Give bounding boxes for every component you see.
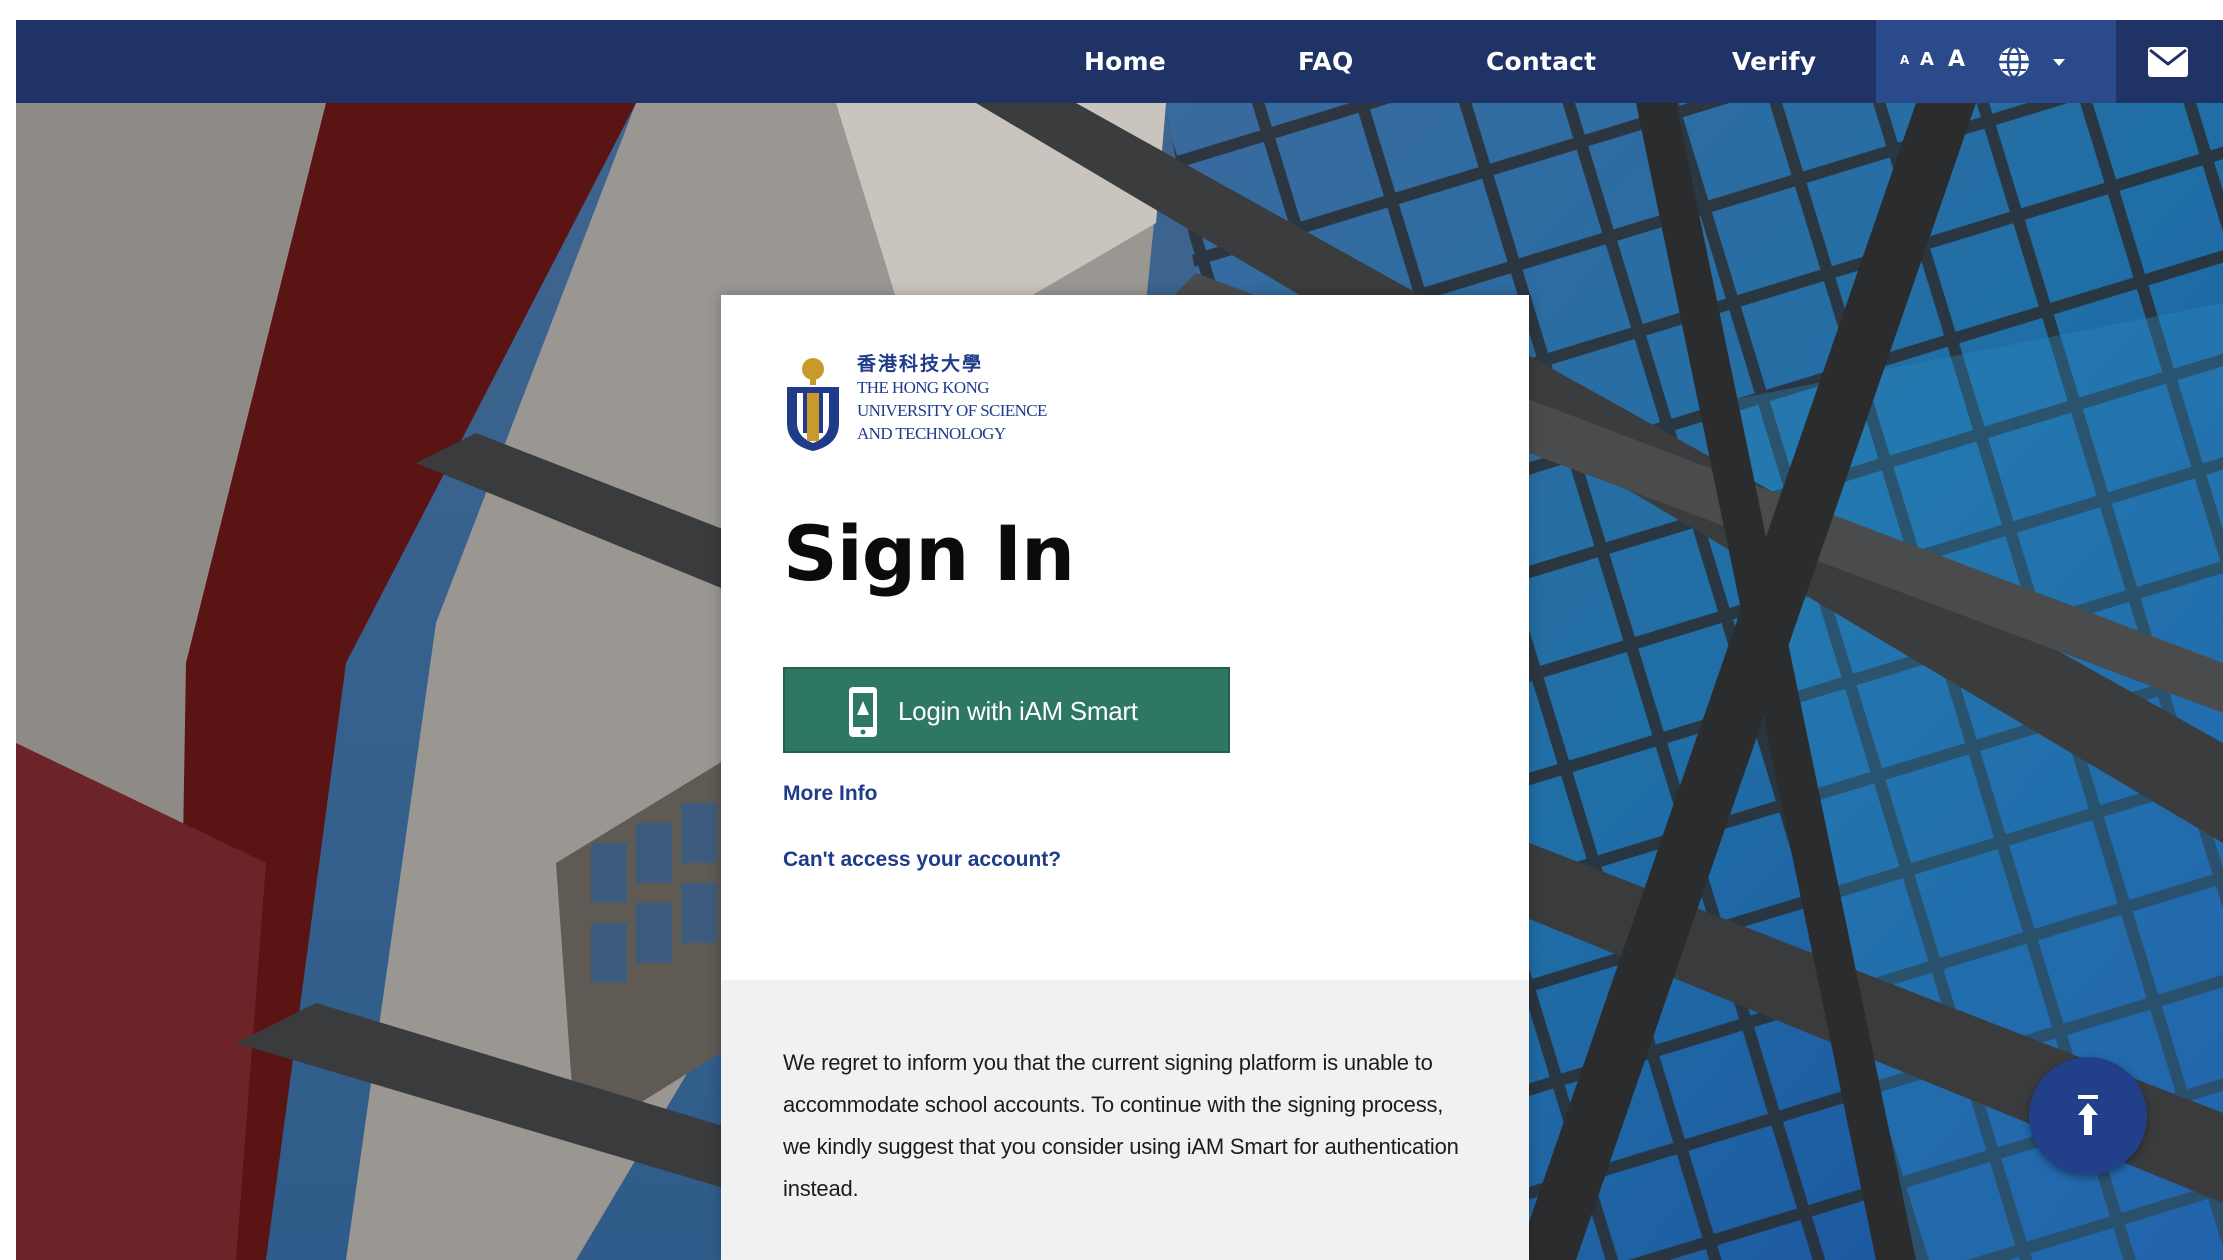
mail-button[interactable]: [2146, 42, 2192, 82]
font-size-small-button[interactable]: A: [1900, 53, 1909, 67]
logo-line-3: AND TECHNOLOGY: [857, 424, 1006, 443]
login-card: 香港科技大學 THE HONG KONG UNIVERSITY OF SCIEN…: [721, 295, 1529, 1260]
nav-link-contact[interactable]: Contact: [1486, 20, 1596, 103]
hkust-crest-icon: [787, 358, 839, 451]
accessibility-tools: A A A: [1876, 20, 2116, 103]
logo-chinese-name: 香港科技大學: [857, 354, 984, 375]
iam-smart-phone-icon: [849, 687, 877, 737]
login-with-iam-smart-button[interactable]: Login with iAM Smart: [783, 667, 1230, 753]
notice-text: We regret to inform you that the current…: [783, 1050, 1459, 1201]
logo-line-2: UNIVERSITY OF SCIENCE: [857, 401, 1047, 420]
globe-icon: [1999, 45, 2029, 79]
font-size-medium-button[interactable]: A: [1920, 49, 1934, 70]
page-viewport: Home FAQ Contact Verify A A A 香港科技大學 THE…: [16, 20, 2223, 1260]
font-size-large-button[interactable]: A: [1948, 47, 1965, 72]
envelope-icon: [2148, 47, 2188, 77]
nav-link-verify[interactable]: Verify: [1732, 20, 1816, 103]
login-card-body: 香港科技大學 THE HONG KONG UNIVERSITY OF SCIEN…: [721, 295, 1529, 980]
page-title: Sign In: [783, 509, 1075, 598]
logo-wordmark: 香港科技大學 THE HONG KONG UNIVERSITY OF SCIEN…: [857, 353, 1097, 445]
nav-link-home[interactable]: Home: [1084, 20, 1166, 103]
notice-panel: We regret to inform you that the current…: [721, 980, 1529, 1260]
cant-access-account-link[interactable]: Can't access your account?: [783, 848, 1061, 872]
logo-line-1: THE HONG KONG: [857, 378, 990, 397]
arrow-up-to-line-icon: [2078, 1095, 2098, 1135]
hkust-logo: 香港科技大學 THE HONG KONG UNIVERSITY OF SCIEN…: [783, 353, 1083, 453]
nav-link-faq[interactable]: FAQ: [1298, 20, 1353, 103]
top-navbar: Home FAQ Contact Verify A A A: [16, 20, 2223, 103]
more-info-link[interactable]: More Info: [783, 782, 878, 806]
iam-button-label: Login with iAM Smart: [898, 696, 1138, 726]
caret-down-icon: [2053, 59, 2065, 66]
language-selector[interactable]: [1996, 44, 2076, 80]
back-to-top-button[interactable]: [2029, 1057, 2147, 1175]
